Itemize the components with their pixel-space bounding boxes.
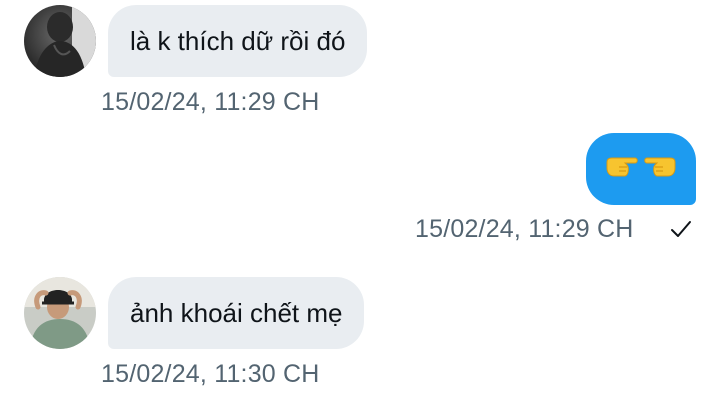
message-text: là k thích dữ rồi đó: [130, 25, 346, 56]
message-text: ảnh khoái chết mẹ: [130, 297, 343, 328]
sender-avatar[interactable]: [24, 277, 96, 349]
message-bubble[interactable]: là k thích dữ rồi đó: [108, 5, 368, 77]
message-bubble[interactable]: ảnh khoái chết mẹ: [108, 277, 365, 349]
message-timestamp: 15/02/24, 11:29 CH: [415, 215, 634, 243]
message-timestamp: 15/02/24, 11:30 CH: [101, 360, 320, 388]
backhand-index-pointing-left-icon: [643, 153, 677, 186]
check-icon: [670, 219, 692, 244]
avatar-photo-icon: [24, 5, 96, 77]
backhand-index-pointing-right-icon: [605, 153, 639, 186]
sender-avatar[interactable]: [24, 5, 96, 77]
avatar-photo-icon: [24, 277, 96, 349]
message-bubble[interactable]: [586, 133, 696, 205]
message-timestamp: 15/02/24, 11:29 CH: [101, 88, 320, 116]
